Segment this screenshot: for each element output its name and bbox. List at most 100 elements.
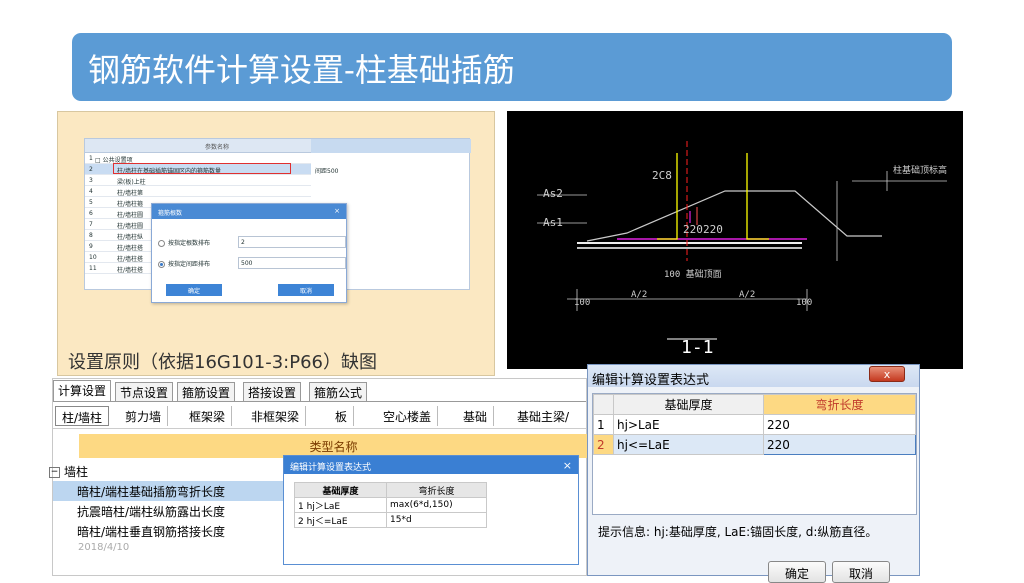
close-icon[interactable]: × bbox=[563, 459, 572, 472]
row-label: 柱/墙柱箍 bbox=[117, 201, 144, 208]
subtab-foundation-beam[interactable]: 基础主梁/ bbox=[511, 406, 575, 426]
value-cell[interactable]: max(6*d,150) bbox=[386, 497, 487, 513]
grid-header-label: 参数名称 bbox=[205, 144, 230, 151]
subtab-frame-beam[interactable]: 框架梁 bbox=[183, 406, 233, 426]
row-num: 7 bbox=[89, 221, 93, 228]
option-label: 按指定根数排布 bbox=[168, 240, 211, 247]
header-bend-length: 弯折长度 bbox=[386, 482, 487, 498]
cad-label: 220 bbox=[703, 223, 723, 236]
cad-label: A/2 bbox=[631, 290, 647, 300]
condition-cell[interactable]: hj>LaE bbox=[613, 414, 764, 435]
cad-label: 柱基础顶标高 bbox=[893, 164, 947, 176]
tree-item[interactable]: 暗柱/端柱垂直钢筋搭接长度 bbox=[53, 521, 293, 541]
count-input[interactable]: 2 bbox=[238, 236, 346, 248]
cad-label: 100 基础顶面 bbox=[664, 268, 722, 280]
row-label: 柱/墙柱圆 bbox=[117, 212, 144, 219]
tab-stirrup-formula[interactable]: 箍筋公式 bbox=[309, 382, 368, 401]
tab-calc-settings[interactable]: 计算设置 bbox=[53, 380, 112, 401]
grid-row[interactable]: 3 梁(板)上柱 bbox=[85, 175, 311, 186]
row-num: 2 bbox=[298, 516, 304, 527]
expression-grid: 基础厚度 弯折长度 1 hj>LaE 220 2 hj<=LaE 220 bbox=[592, 393, 917, 515]
tab-lap-settings[interactable]: 搭接设置 bbox=[243, 382, 302, 401]
condition-cell[interactable]: 1 hj＞LaE bbox=[294, 497, 387, 513]
cad-drawing: 2C8 As2 As1 220 220 100 基础顶面 100 A/2 A/2… bbox=[507, 111, 963, 369]
collapse-icon[interactable]: − bbox=[49, 467, 60, 478]
row-num: 1 bbox=[298, 501, 304, 512]
sub-tabs: 柱/墙柱 剪力墙 框架梁 非框架梁 板 空心楼盖 基础 基础主梁/ bbox=[53, 401, 586, 429]
cad-label: As1 bbox=[543, 216, 563, 229]
slide-date: 2018/4/10 bbox=[78, 542, 130, 553]
header-bend-length: 弯折长度 bbox=[763, 394, 916, 415]
highlight-box bbox=[113, 163, 291, 174]
row-label: 柱/墙柱搭 bbox=[117, 245, 144, 252]
tab-node-settings[interactable]: 节点设置 bbox=[115, 382, 174, 401]
expression-table: 基础厚度 弯折长度 1 hj>LaE 220 2 hj<=LaE 220 bbox=[593, 394, 916, 455]
subtab-nonframe-beam[interactable]: 非框架梁 bbox=[245, 406, 307, 426]
row-num: 9 bbox=[89, 243, 93, 250]
row-num: 5 bbox=[89, 199, 93, 206]
radio-icon[interactable] bbox=[158, 240, 165, 247]
row-label: 柱/墙柱搭 bbox=[117, 256, 144, 263]
value-cell[interactable]: 220 bbox=[763, 434, 916, 455]
expression-dialog-small: 编辑计算设置表达式 × 基础厚度 弯折长度 1 hj＞LaE max(6*d,1… bbox=[283, 455, 579, 565]
row-label: 梁(板)上柱 bbox=[117, 179, 146, 186]
header-thickness: 基础厚度 bbox=[294, 482, 387, 498]
spacing-input[interactable]: 500 bbox=[238, 257, 346, 269]
corner-cell bbox=[593, 394, 614, 415]
stirrup-count-dialog: 箍筋根数 × 按指定根数排布 2 按指定间距排布 500 确定 取消 bbox=[151, 203, 347, 303]
subtab-foundation[interactable]: 基础 bbox=[457, 406, 495, 426]
dialog-title: 编辑计算设置表达式 bbox=[284, 456, 578, 474]
value-cell[interactable]: 15*d bbox=[386, 512, 487, 528]
section-label: 1-1 bbox=[681, 337, 714, 358]
tree-item[interactable]: 暗柱/端柱基础插筋弯折长度 bbox=[53, 481, 283, 501]
cad-label: 220 bbox=[683, 223, 703, 236]
cad-label: 100 bbox=[796, 298, 812, 308]
row-value[interactable]: 间距500 bbox=[315, 166, 338, 175]
param-grid: 参数名称 1 □ 公共设置项 2 柱/墙柱在基础插筋锚固区内的箍筋数量 3 梁(板)上… bbox=[84, 138, 471, 303]
row-num: 8 bbox=[89, 232, 93, 239]
cancel-button[interactable]: 取消 bbox=[278, 284, 334, 296]
row-num: 2 bbox=[593, 434, 614, 455]
condition-cell[interactable]: hj<=LaE bbox=[613, 434, 764, 455]
insert-bar bbox=[746, 153, 769, 240]
option-count[interactable]: 按指定根数排布 bbox=[158, 238, 210, 247]
tree-item[interactable]: 抗震暗柱/端柱纵筋露出长度 bbox=[53, 501, 293, 521]
cancel-button[interactable]: 取消 bbox=[832, 561, 890, 583]
ok-button[interactable]: 确定 bbox=[768, 561, 826, 583]
condition-cell[interactable]: 2 hj＜=LaE bbox=[294, 512, 387, 528]
condition-text: hj＜=LaE bbox=[306, 516, 348, 527]
footing-outline bbox=[586, 190, 882, 242]
header-thickness: 基础厚度 bbox=[613, 394, 764, 415]
subtab-hollow-slab[interactable]: 空心楼盖 bbox=[377, 406, 439, 426]
close-icon[interactable]: × bbox=[334, 207, 340, 215]
expression-dialog-large: 编辑计算设置表达式 x 基础厚度 弯折长度 1 hj>LaE 220 2 hj<… bbox=[587, 364, 920, 583]
row-label: 柱/墙柱搭 bbox=[117, 267, 144, 274]
close-button[interactable]: x bbox=[869, 366, 905, 382]
value-cell[interactable]: 220 bbox=[763, 414, 916, 435]
row-label: 柱/墙柱纵 bbox=[117, 234, 144, 241]
row-num: 1 bbox=[593, 414, 614, 435]
cad-label: 2C8 bbox=[652, 169, 672, 182]
ok-button[interactable]: 确定 bbox=[166, 284, 222, 296]
option-label: 按指定间距排布 bbox=[168, 261, 211, 268]
cad-label: 100 bbox=[574, 298, 590, 308]
slide-title: 钢筋软件计算设置-柱基础插筋 bbox=[72, 33, 952, 101]
hint-text: 提示信息: hj:基础厚度, LaE:锚固长度, d:纵筋直径。 bbox=[598, 525, 878, 539]
option-spacing[interactable]: 按指定间距排布 bbox=[158, 259, 210, 268]
screenshot-panel: 参数名称 1 □ 公共设置项 2 柱/墙柱在基础插筋锚固区内的箍筋数量 3 梁(板)上… bbox=[57, 111, 495, 376]
subtab-shear-wall[interactable]: 剪力墙 bbox=[119, 406, 169, 426]
grid-header-value bbox=[311, 139, 471, 153]
tab-stirrup-settings[interactable]: 箍筋设置 bbox=[177, 382, 236, 401]
subtab-column[interactable]: 柱/墙柱 bbox=[55, 406, 110, 426]
row-num: 1 bbox=[89, 155, 93, 162]
subtab-slab[interactable]: 板 bbox=[329, 406, 355, 426]
tree-group-label: 墙柱 bbox=[64, 465, 89, 479]
grid-row[interactable]: 4 柱/墙柱第 bbox=[85, 186, 311, 197]
radio-selected-icon[interactable] bbox=[158, 261, 165, 268]
caption: 设置原则（依据16G101-3:P66）缺图 bbox=[68, 352, 377, 373]
cad-label: A/2 bbox=[739, 290, 755, 300]
row-num: 2 bbox=[89, 166, 93, 173]
tree-group[interactable]: − 墙柱 bbox=[49, 461, 289, 481]
row-label: 柱/墙柱第 bbox=[117, 190, 144, 197]
cad-label: As2 bbox=[543, 187, 563, 200]
